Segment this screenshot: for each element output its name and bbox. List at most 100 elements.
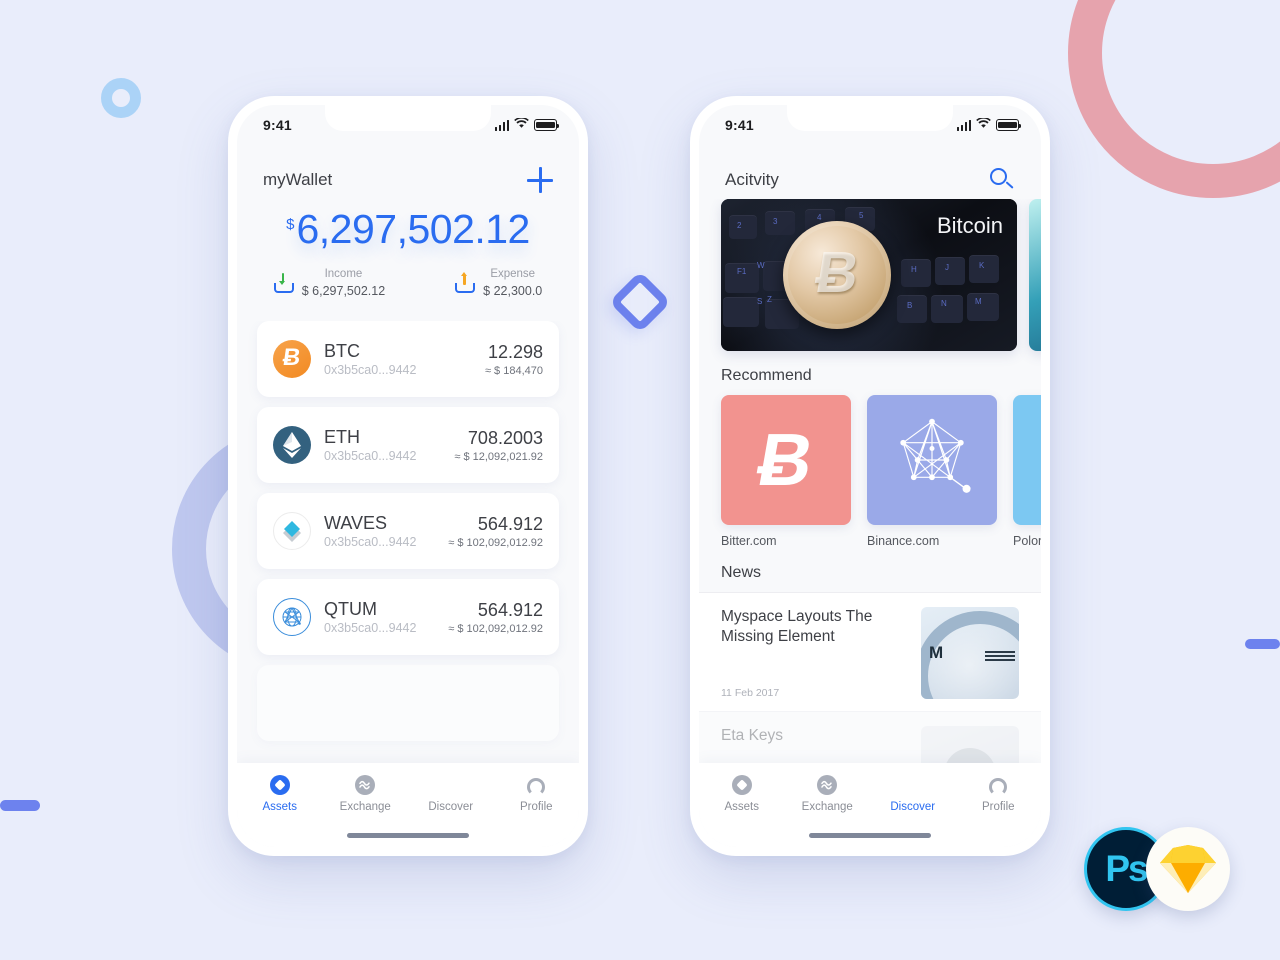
status-time: 9:41 [725, 117, 754, 133]
wallet-screen: 9:41 myWallet $ 6,297,502.12 Income $ 6,… [237, 105, 579, 847]
banner-carousel[interactable]: F1 Z X H J K B N M 2 3 4 5 W E [699, 199, 1041, 351]
tab-exchange[interactable]: Exchange [785, 775, 871, 813]
income-summary: Income $ 6,297,502.12 [273, 267, 386, 299]
asset-row-waves[interactable]: WAVES 0x3b5ca0...9442 564.912 ≈ $ 102,09… [257, 493, 559, 570]
income-label: Income [324, 268, 363, 280]
left-bar-decoration [0, 800, 40, 811]
asset-amount: 564.912 [477, 513, 543, 534]
news-list[interactable]: Myspace Layouts The Missing Element 11 F… [699, 592, 1041, 763]
assets-icon [269, 775, 290, 795]
tab-label: Discover [428, 801, 474, 813]
signal-icon [494, 119, 509, 131]
ibm-thumbnail: M [921, 607, 1019, 699]
tab-label: Exchange [801, 801, 853, 813]
battery-icon [996, 119, 1022, 131]
tab-profile[interactable]: Profile [956, 775, 1042, 813]
home-indicator [809, 833, 931, 838]
asset-address: 0x3b5ca0...9442 [324, 362, 417, 377]
battery-icon [534, 119, 560, 131]
discover-screen: 9:41 Acitvity F1 Z H J K B N M 2 3 4 5 W… [699, 105, 1041, 847]
banner-bitcoin[interactable]: F1 Z X H J K B N M 2 3 4 5 W E [721, 199, 1017, 351]
tab-label: Exchange [339, 801, 391, 813]
asset-address: 0x3b5ca0...9442 [324, 620, 417, 635]
poloniex-logo-tile [1013, 395, 1041, 525]
recommend-item-binance[interactable]: Binance.com [867, 395, 997, 548]
banner-caption: Bitcoin [936, 213, 1003, 238]
news-heading: News [721, 564, 762, 581]
small-blue-ring-decoration [101, 78, 141, 118]
asset-row-qtum[interactable]: QTUM 0x3b5ca0...9442 564.912 ≈ $ 102,092… [257, 579, 559, 656]
eth-icon [273, 426, 311, 465]
news-title: Eta Keys [721, 727, 784, 744]
wallet-phone-mockup: 9:41 myWallet $ 6,297,502.12 Income $ 6,… [228, 96, 588, 856]
balance-section: $ 6,297,502.12 Income $ 6,297,502.12 Exp… [237, 199, 579, 321]
tab-discover[interactable]: Discover [870, 775, 956, 813]
tab-profile[interactable]: Profile [494, 775, 580, 813]
home-indicator [347, 833, 469, 838]
status-icons [494, 116, 560, 134]
recommend-label: Bitter.com [721, 534, 777, 548]
news-title: Myspace Layouts The Missing Element [721, 608, 873, 645]
binance-network-logo-tile [867, 395, 997, 525]
pink-ring-decoration [1068, 0, 1280, 198]
exchange-icon [817, 775, 838, 795]
asset-symbol: QTUM [324, 599, 377, 620]
tab-label: Discover [890, 801, 936, 813]
asset-symbol: BTC [324, 341, 360, 362]
sketch-badge [1146, 827, 1230, 911]
tab-label: Profile [519, 801, 553, 813]
banner-next[interactable] [1029, 199, 1041, 351]
recommend-label: Polonie [1013, 534, 1041, 548]
waves-icon [273, 512, 311, 551]
news-item[interactable]: Eta Keys [699, 711, 1041, 763]
bitcoin-coin-photo: Ƀ [783, 221, 891, 329]
asset-row-eth[interactable]: ETH 0x3b5ca0...9442 708.2003 ≈ $ 12,092,… [257, 407, 559, 484]
diamond-outline-decoration [608, 270, 672, 334]
discover-content: F1 Z X H J K B N M 2 3 4 5 W E [699, 199, 1041, 763]
status-icons [956, 116, 1022, 134]
expense-label: Expense [490, 268, 536, 280]
tab-exchange[interactable]: Exchange [323, 775, 409, 813]
assets-icon [731, 775, 752, 795]
expense-icon [455, 272, 476, 294]
asset-symbol: ETH [324, 427, 360, 448]
bottom-tab-bar[interactable]: Assets Exchange Discover Profile [699, 763, 1041, 847]
person-thumbnail [921, 726, 1019, 763]
balance-row: $ 6,297,502.12 [280, 206, 536, 256]
recommend-heading: Recommend [721, 367, 812, 384]
search-icon[interactable] [989, 167, 1015, 193]
wifi-icon [976, 116, 991, 134]
tab-discover[interactable]: Discover [408, 775, 494, 813]
asset-amount: 708.2003 [467, 427, 543, 448]
income-amount: $ 6,297,502.12 [301, 283, 386, 298]
asset-amount: 12.298 [487, 341, 543, 362]
balance-amount: 6,297,502.12 [296, 206, 530, 252]
asset-row-btc[interactable]: Ƀ BTC 0x3b5ca0...9442 12.298 ≈ $ 184,470 [257, 321, 559, 398]
expense-amount: $ 22,300.0 [483, 283, 543, 298]
page-title: Acitvity [725, 170, 779, 189]
news-item[interactable]: Myspace Layouts The Missing Element 11 F… [699, 592, 1041, 711]
recommend-item-poloniex[interactable]: Polonie [1013, 395, 1041, 548]
tab-assets[interactable]: Assets [699, 775, 785, 813]
tab-assets[interactable]: Assets [237, 775, 323, 813]
asset-usd-value: ≈ $ 102,092,012.92 [448, 537, 543, 550]
asset-amount: 564.912 [477, 599, 543, 620]
qtum-icon [273, 598, 311, 637]
discover-header: Acitvity [699, 145, 1041, 199]
tab-label: Assets [262, 801, 297, 813]
recommend-list[interactable]: Ƀ Bitter.com Binance.com Polo [699, 395, 1041, 548]
bottom-tab-bar[interactable]: Assets Exchange Discover Profile [237, 763, 579, 847]
news-date: 11 Feb 2017 [721, 687, 780, 699]
asset-address: 0x3b5ca0...9442 [324, 534, 417, 549]
tab-label: Profile [981, 801, 1015, 813]
asset-list[interactable]: Ƀ BTC 0x3b5ca0...9442 12.298 ≈ $ 184,470… [237, 321, 579, 763]
asset-usd-value: ≈ $ 184,470 [484, 365, 543, 378]
income-icon [273, 273, 294, 294]
asset-row-partial[interactable] [257, 665, 559, 742]
recommend-item-bitter[interactable]: Ƀ Bitter.com [721, 395, 851, 548]
btc-icon: Ƀ [273, 340, 311, 379]
plus-icon[interactable] [527, 167, 553, 193]
page-title: myWallet [263, 170, 333, 189]
balance-currency: $ [286, 216, 295, 233]
recommend-label: Binance.com [867, 534, 940, 548]
